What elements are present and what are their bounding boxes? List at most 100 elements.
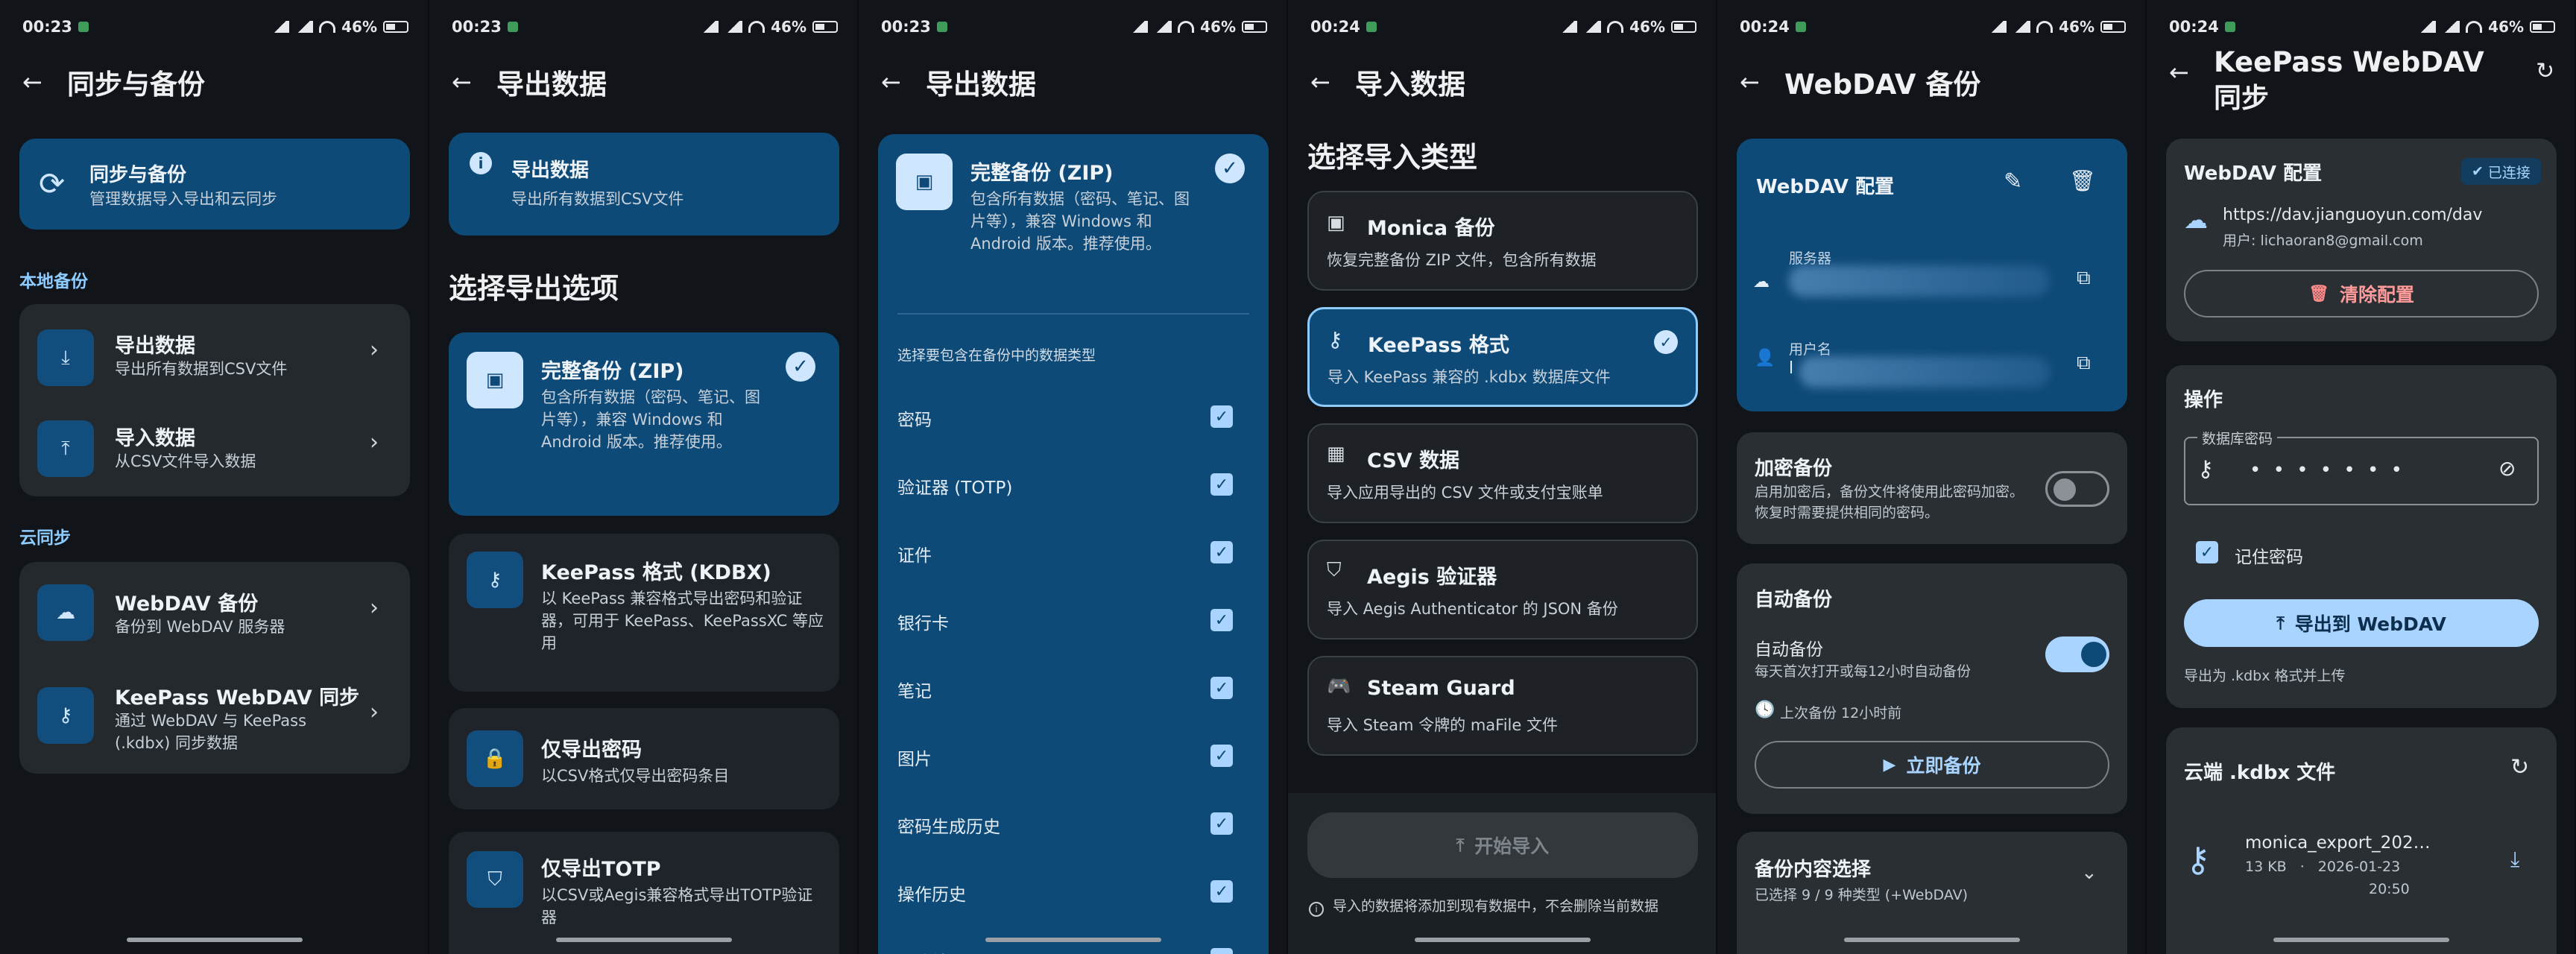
- refresh-icon[interactable]: ↻: [2536, 58, 2554, 84]
- clear-config-button[interactable]: 🗑 清除配置: [2184, 270, 2539, 318]
- copy-icon[interactable]: ⧉: [2077, 267, 2091, 290]
- data-type-label: 证件: [897, 546, 932, 566]
- refresh-icon[interactable]: ↻: [2510, 754, 2529, 780]
- data-type-label: 密码生成历史: [897, 818, 1000, 837]
- import-type-title: KeePass 格式: [1368, 334, 1509, 357]
- auto-backup-toggle[interactable]: [2045, 636, 2109, 672]
- option-keepass-kdbx[interactable]: ⚷ KeePass 格式 (KDBX) 以 KeePass 兼容格式导出密码和验…: [449, 534, 839, 692]
- import-type-steam[interactable]: 🎮 Steam Guard 导入 Steam 令牌的 maFile 文件: [1307, 656, 1698, 756]
- notification-icon: [78, 22, 89, 32]
- option-passwords-only[interactable]: 🔒 仅导出密码 以CSV格式仅导出密码条目: [449, 708, 839, 809]
- option-full-backup[interactable]: ▣ 完整备份 (ZIP) 包含所有数据（密码、笔记、图片等），兼容 Window…: [449, 332, 839, 516]
- key-icon: ⚷: [467, 552, 523, 608]
- backup-content-subtitle: 已选择 9 / 9 种类型 (+WebDAV): [1755, 887, 1969, 903]
- import-type-keepass[interactable]: ⚷ KeePass 格式 导入 KeePass 兼容的 .kdbx 数据库文件 …: [1307, 307, 1698, 407]
- backup-now-button[interactable]: ▶ 立即备份: [1755, 741, 2109, 789]
- back-arrow-icon[interactable]: ←: [2169, 58, 2214, 86]
- edit-icon[interactable]: ✎: [2004, 168, 2022, 195]
- config-title: WebDAV 配置: [2184, 162, 2323, 185]
- back-arrow-icon[interactable]: ←: [1310, 68, 1355, 96]
- person-icon: 👤: [1755, 349, 1775, 367]
- notification-icon: [936, 22, 947, 32]
- back-arrow-icon[interactable]: ←: [452, 68, 496, 96]
- auto-backup-section: 自动备份: [1755, 589, 1833, 611]
- status-bar: 00:24 46%: [1288, 0, 1716, 54]
- encrypt-toggle[interactable]: [2045, 471, 2109, 507]
- export-to-webdav-button[interactable]: ⤒ 导出到 WebDAV: [2184, 599, 2539, 647]
- remember-password-checkbox[interactable]: ✓: [2196, 541, 2218, 563]
- data-type-item[interactable]: 密码生成历史 ✓: [878, 802, 1269, 847]
- import-note: 导入的数据将添加到现有数据中，不会删除当前数据: [1333, 898, 1659, 914]
- export-data-item[interactable]: ⤓ 导出数据 导出所有数据到CSV文件 ›: [19, 304, 410, 399]
- clear-config-label: 清除配置: [2339, 284, 2414, 306]
- battery-icon: [383, 21, 408, 33]
- file-time: 20:50: [2369, 881, 2410, 897]
- data-type-checkbox[interactable]: ✓: [1210, 541, 1233, 563]
- keepass-webdav-item[interactable]: ⚷ KeePass WebDAV 同步 通过 WebDAV 与 KeePass …: [19, 660, 410, 774]
- back-arrow-icon[interactable]: ←: [22, 68, 67, 96]
- selected-check-icon[interactable]: ✓: [1215, 154, 1245, 183]
- data-type-checkbox[interactable]: ✓: [1210, 812, 1233, 835]
- import-type-monica[interactable]: ▣ Monica 备份 恢复完整备份 ZIP 文件，包含所有数据: [1307, 191, 1698, 291]
- header-subtitle: 管理数据导入导出和云同步: [89, 190, 277, 208]
- db-password-input[interactable]: 数据库密码 ⚷ • • • • • • • ⊘: [2184, 428, 2539, 505]
- connected-label: 已连接: [2487, 164, 2531, 181]
- back-arrow-icon[interactable]: ←: [1740, 68, 1784, 96]
- visibility-off-icon[interactable]: ⊘: [2498, 456, 2516, 481]
- meta-separator: ·: [2299, 859, 2305, 875]
- data-type-checkbox[interactable]: ✓: [1210, 948, 1233, 954]
- cloud-done-icon: ☁: [2184, 206, 2208, 234]
- option-totp-only[interactable]: ⛉ 仅导出TOTP 以CSV或Aegis兼容格式导出TOTP验证器: [449, 832, 839, 954]
- import-data-item[interactable]: ⤒ 导入数据 从CSV文件导入数据 ›: [19, 401, 410, 496]
- data-type-item[interactable]: 证件 ✓: [878, 531, 1269, 575]
- backup-content-card[interactable]: 备份内容选择 已选择 9 / 9 种类型 (+WebDAV) ⌄: [1737, 832, 2127, 954]
- data-type-item[interactable]: 操作历史 ✓: [878, 870, 1269, 914]
- data-type-checkbox[interactable]: ✓: [1210, 405, 1233, 428]
- webdav-backup-item[interactable]: ☁ WebDAV 备份 备份到 WebDAV 服务器 ›: [19, 562, 410, 659]
- data-type-item[interactable]: 密码 ✓: [878, 395, 1269, 440]
- data-type-checkbox[interactable]: ✓: [1210, 880, 1233, 903]
- key-icon: ⚷: [2197, 456, 2214, 482]
- data-type-item[interactable]: 银行卡 ✓: [878, 598, 1269, 643]
- page-title: 导出数据: [496, 69, 607, 101]
- shield-icon: ⛉: [467, 851, 523, 908]
- import-type-aegis[interactable]: ⛉ Aegis 验证器 导入 Aegis Authenticator 的 JSO…: [1307, 540, 1698, 639]
- back-arrow-icon[interactable]: ←: [881, 68, 926, 96]
- webdav-config-card: WebDAV 配置 ✔ 已连接 ☁ https://dav.jianguoyun.…: [2166, 139, 2557, 341]
- check-circle-icon: ✔: [2472, 163, 2484, 180]
- copy-icon[interactable]: ⧉: [2077, 352, 2091, 375]
- file-date: 2026-01-23: [2317, 859, 2401, 875]
- upload-icon: ⤒: [2276, 613, 2285, 634]
- info-title: 导出数据: [511, 159, 590, 182]
- data-type-checkbox[interactable]: ✓: [1210, 609, 1233, 631]
- last-backup-text: 上次备份 12小时前: [1780, 705, 1902, 721]
- export-data-subtitle: 导出所有数据到CSV文件: [115, 360, 288, 378]
- data-type-item[interactable]: 图片 ✓: [878, 734, 1269, 779]
- webdav-backup-subtitle: 备份到 WebDAV 服务器: [115, 618, 285, 636]
- screen-sync-backup: 00:23 46% ← 同步与备份 ⟳ 同步与备份 管理数据导入导出和云同步 本…: [0, 0, 429, 954]
- data-type-checkbox[interactable]: ✓: [1210, 745, 1233, 767]
- delete-icon[interactable]: 🗑: [2069, 168, 2096, 193]
- section-title: 选择导出选项: [449, 272, 619, 305]
- backup-content-title: 备份内容选择: [1755, 859, 1872, 881]
- start-import-button[interactable]: ⤒ 开始导入: [1307, 812, 1698, 878]
- shield-icon: ⛉: [1327, 559, 1342, 581]
- data-type-item[interactable]: 笔记 ✓: [878, 666, 1269, 711]
- import-type-title: Steam Guard: [1367, 677, 1515, 700]
- battery-percent: 46%: [2059, 18, 2094, 36]
- data-type-item[interactable]: 验证器 (TOTP) ✓: [878, 463, 1269, 508]
- wifi-icon: [1178, 21, 1195, 33]
- user-value: l: [1789, 359, 1794, 378]
- import-type-csv[interactable]: ▦ CSV 数据 导入应用导出的 CSV 文件或支付宝账单: [1307, 423, 1698, 523]
- download-icon[interactable]: ⤓: [2510, 847, 2519, 872]
- import-type-subtitle: 导入应用导出的 CSV 文件或支付宝账单: [1327, 484, 1603, 502]
- operations-title: 操作: [2184, 389, 2223, 411]
- chevron-right-icon: ›: [370, 595, 379, 621]
- wifi-icon: [2466, 21, 2483, 33]
- import-type-subtitle: 恢复完整备份 ZIP 文件，包含所有数据: [1327, 251, 1597, 269]
- file-name: monica_export_202…: [2245, 833, 2431, 853]
- data-type-checkbox[interactable]: ✓: [1210, 473, 1233, 496]
- export-note: 导出为 .kdbx 格式并上传: [2184, 668, 2346, 684]
- info-icon: i: [1309, 902, 1324, 917]
- data-type-checkbox[interactable]: ✓: [1210, 677, 1233, 699]
